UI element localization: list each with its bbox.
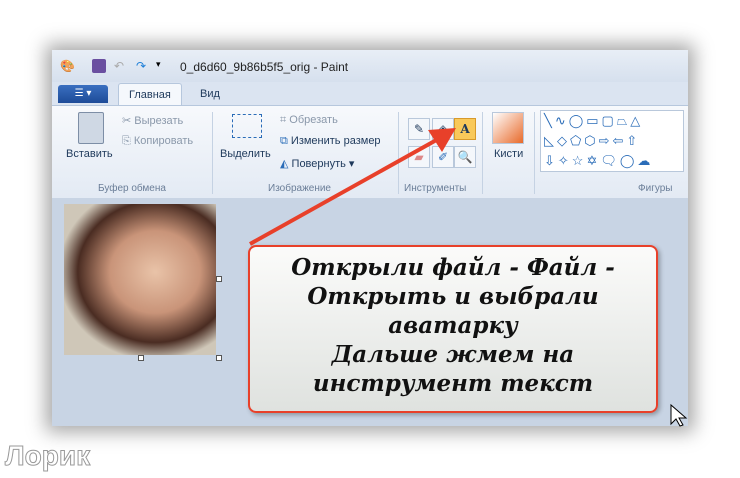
callout-line: инструмент текст xyxy=(312,370,594,397)
callout-line: Дальше жмем на xyxy=(331,341,575,368)
callout-line: Открыли файл - Файл - xyxy=(291,254,615,281)
callout-line: аватарку xyxy=(388,312,518,339)
mouse-cursor-icon xyxy=(670,403,688,427)
callout-line: Открыть и выбрали xyxy=(307,283,599,310)
arrow-line xyxy=(249,136,441,246)
arrow-head xyxy=(428,128,456,152)
instruction-callout: Открыли файл - Файл - Открыть и выбрали … xyxy=(248,245,658,413)
watermark: Лорик xyxy=(4,440,91,472)
